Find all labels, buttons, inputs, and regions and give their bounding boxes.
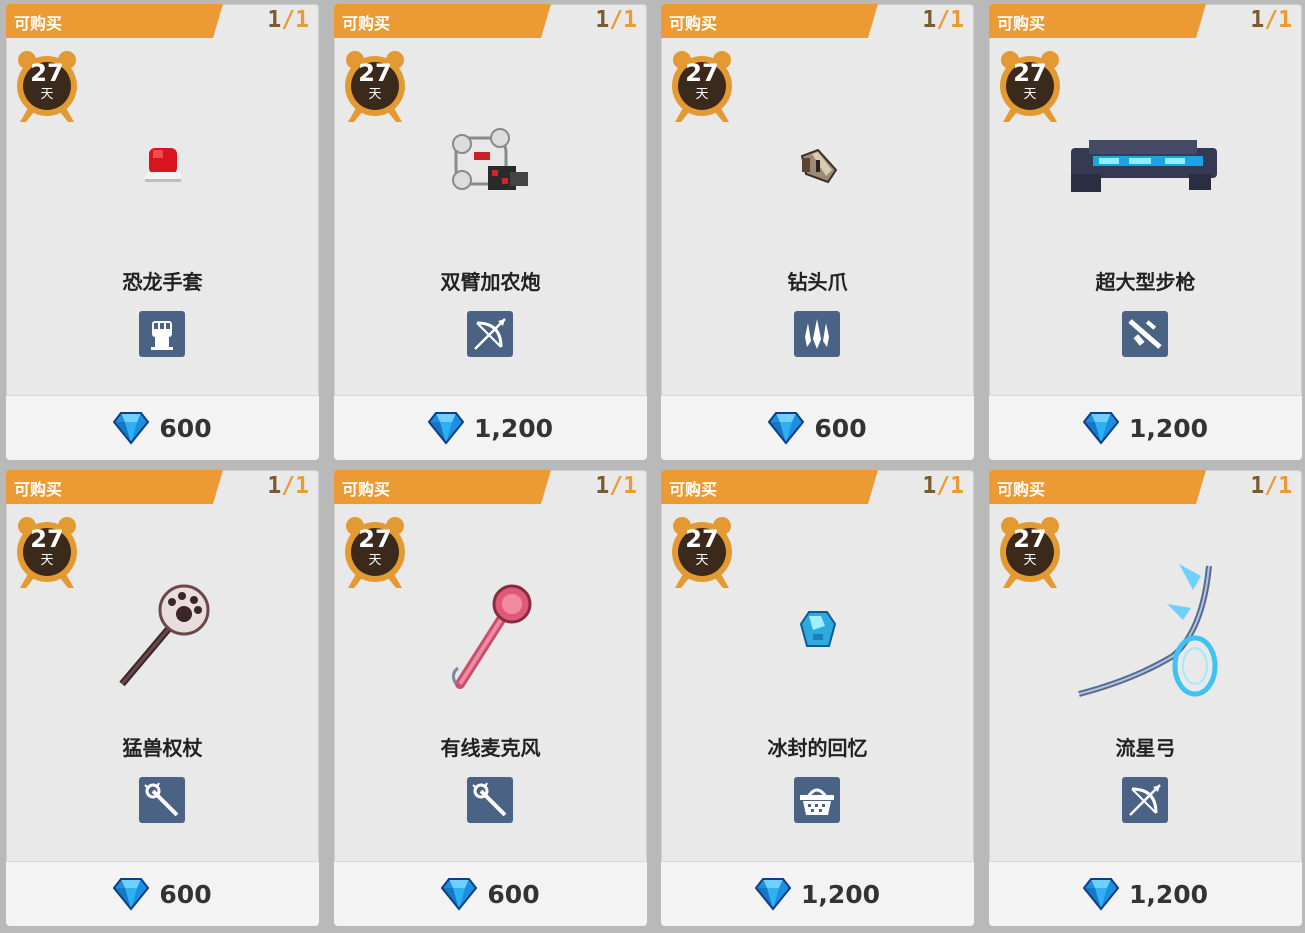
fist-icon[interactable]	[139, 311, 185, 357]
staff-icon[interactable]	[139, 777, 185, 823]
price-bar[interactable]: 1,200	[661, 861, 974, 926]
available-ribbon: 可购买	[989, 4, 1206, 38]
bow-icon[interactable]	[467, 311, 513, 357]
purchase-count: 1/1	[922, 473, 964, 499]
shop-card[interactable]: 可购买 1/1 27 天 双臂加农炮 1,200	[334, 4, 647, 460]
claw-icon[interactable]	[794, 311, 840, 357]
available-ribbon: 可购买	[661, 470, 878, 504]
diamond-icon	[1082, 878, 1119, 911]
cannon-icon	[452, 128, 528, 190]
meteor-bow-icon	[1078, 564, 1218, 697]
available-ribbon: 可购买	[989, 470, 1206, 504]
price-bar[interactable]: 600	[6, 395, 319, 460]
item-name: 钻头爪	[787, 270, 848, 294]
price-value: 600	[814, 413, 867, 443]
item-image	[334, 74, 647, 244]
staff-icon[interactable]	[467, 777, 513, 823]
shop-grid: 可购买 1/1 27 天 恐龙手套 600 可购买 1/1 27 天 双臂加农炮…	[0, 0, 1305, 933]
price-bar[interactable]: 1,200	[989, 861, 1302, 926]
item-name: 恐龙手套	[122, 270, 203, 294]
available-ribbon: 可购买	[6, 470, 223, 504]
microphone-icon	[451, 584, 532, 689]
price-value: 1,200	[1128, 413, 1209, 443]
shop-card[interactable]: 可购买 1/1 27 天 超大型步枪 1,200	[989, 4, 1302, 460]
price-value: 1,200	[1128, 879, 1209, 909]
item-name: 猛兽权杖	[122, 736, 203, 760]
diamond-icon	[768, 412, 805, 445]
bow-icon[interactable]	[1122, 777, 1168, 823]
purchase-count: 1/1	[267, 7, 309, 33]
available-label: 可购买	[669, 14, 718, 33]
diamond-icon	[754, 878, 791, 911]
diamond-icon	[427, 412, 464, 445]
red-glove-icon	[145, 148, 181, 182]
price-bar[interactable]: 600	[334, 861, 647, 926]
available-ribbon: 可购买	[661, 4, 878, 38]
item-image	[6, 74, 319, 244]
item-name: 超大型步枪	[1095, 270, 1196, 294]
item-name: 流星弓	[1115, 736, 1176, 760]
item-name: 双臂加农炮	[440, 270, 541, 294]
available-label: 可购买	[342, 480, 391, 499]
item-name: 冰封的回忆	[767, 736, 868, 760]
available-label: 可购买	[14, 14, 63, 33]
price-bar[interactable]: 600	[661, 395, 974, 460]
purchase-count: 1/1	[922, 7, 964, 33]
shop-card[interactable]: 可购买 1/1 27 天 有线麦克风 600	[334, 470, 647, 926]
price-value: 600	[159, 879, 212, 909]
shop-card[interactable]: 可购买 1/1 27 天 恐龙手套 600	[6, 4, 319, 460]
available-label: 可购买	[997, 480, 1046, 499]
item-image	[661, 540, 974, 710]
available-label: 可购买	[669, 480, 718, 499]
price-value: 600	[487, 879, 540, 909]
available-ribbon: 可购买	[334, 470, 551, 504]
shop-card[interactable]: 可购买 1/1 27 天 冰封的回忆 1,200	[661, 470, 974, 926]
available-label: 可购买	[342, 14, 391, 33]
shop-card[interactable]: 可购买 1/1 27 天 流星弓 1,200	[989, 470, 1302, 926]
ice-gem-icon	[799, 611, 837, 647]
item-image	[989, 540, 1302, 710]
available-ribbon: 可购买	[6, 4, 223, 38]
diamond-icon	[1082, 412, 1119, 445]
diamond-icon	[441, 878, 478, 911]
paw-scepter-icon	[119, 584, 210, 687]
purchase-count: 1/1	[267, 473, 309, 499]
shop-card[interactable]: 可购买 1/1 27 天 猛兽权杖 600	[6, 470, 319, 926]
item-name: 有线麦克风	[440, 736, 541, 760]
purchase-count: 1/1	[1250, 473, 1292, 499]
price-bar[interactable]: 1,200	[989, 395, 1302, 460]
basket-icon[interactable]	[794, 777, 840, 823]
price-bar[interactable]: 600	[6, 861, 319, 926]
item-image	[989, 74, 1302, 244]
price-value: 1,200	[800, 879, 881, 909]
rifle-icon[interactable]	[1122, 311, 1168, 357]
drill-claw-icon	[800, 148, 838, 184]
available-label: 可购买	[14, 480, 63, 499]
purchase-count: 1/1	[1250, 7, 1292, 33]
price-value: 1,200	[473, 413, 554, 443]
diamond-icon	[113, 878, 150, 911]
available-ribbon: 可购买	[334, 4, 551, 38]
diamond-icon	[113, 412, 150, 445]
item-image	[6, 540, 319, 710]
available-label: 可购买	[997, 14, 1046, 33]
item-image	[334, 540, 647, 710]
purchase-count: 1/1	[595, 473, 637, 499]
price-value: 600	[159, 413, 212, 443]
rifle-art-icon	[1071, 140, 1217, 192]
item-image	[661, 74, 974, 244]
price-bar[interactable]: 1,200	[334, 395, 647, 460]
shop-card[interactable]: 可购买 1/1 27 天 钻头爪 600	[661, 4, 974, 460]
purchase-count: 1/1	[595, 7, 637, 33]
